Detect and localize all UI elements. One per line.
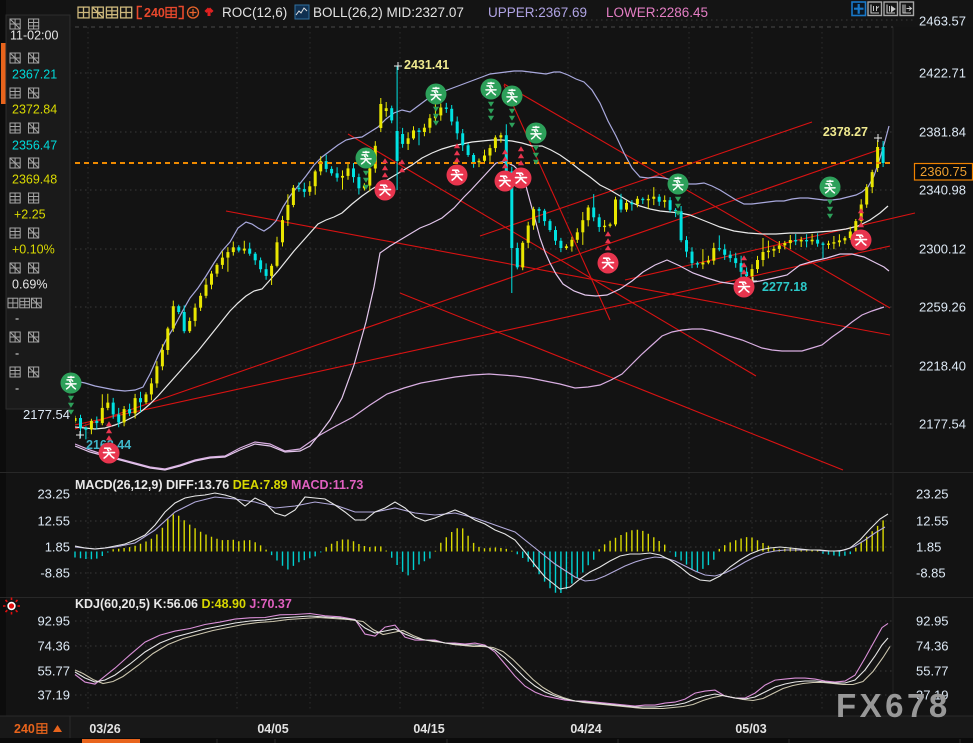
svg-text:92.95: 92.95 [37, 614, 70, 629]
svg-text:23.25: 23.25 [916, 487, 949, 502]
svg-text:37.19: 37.19 [37, 688, 70, 703]
svg-text:MACD(26,12,9) DIFF:13.76 DEA:: MACD(26,12,9) DIFF:13.76 DEA:7.89 MACD:1… [75, 478, 363, 492]
svg-text:2259.26: 2259.26 [919, 300, 966, 315]
svg-text:2218.40: 2218.40 [919, 359, 966, 374]
svg-text:2177.54: 2177.54 [919, 417, 966, 432]
svg-text:UPPER:2367.69: UPPER:2367.69 [488, 5, 587, 20]
svg-text:04/15: 04/15 [413, 722, 444, 736]
svg-text:12.55: 12.55 [37, 514, 70, 529]
svg-text:11-02:00: 11-02:00 [10, 29, 58, 43]
svg-text:240: 240 [144, 6, 165, 20]
svg-text:74.36: 74.36 [37, 639, 70, 654]
svg-text:2381.84: 2381.84 [919, 125, 966, 140]
svg-text:05/03: 05/03 [735, 722, 766, 736]
svg-text:-: - [15, 347, 19, 361]
svg-text:55.77: 55.77 [37, 664, 70, 679]
svg-text:2431.41: 2431.41 [404, 58, 449, 72]
svg-text:2340.98: 2340.98 [919, 183, 966, 198]
svg-text:2277.18: 2277.18 [762, 280, 807, 294]
svg-text:2369.48: 2369.48 [12, 173, 57, 187]
svg-text:2463.57: 2463.57 [919, 14, 966, 29]
svg-text:-8.85: -8.85 [916, 566, 946, 581]
svg-text:2360.75: 2360.75 [920, 164, 967, 179]
svg-text:2300.12: 2300.12 [919, 242, 966, 257]
svg-text:2378.27: 2378.27 [823, 125, 868, 139]
svg-text:KDJ(60,20,5) K:56.06 D:48.90: KDJ(60,20,5) K:56.06 D:48.90 J:70.37 [75, 597, 292, 611]
svg-text:+0.10%: +0.10% [12, 243, 55, 257]
svg-text:04/05: 04/05 [257, 722, 288, 736]
svg-text:0.69%: 0.69% [12, 278, 47, 292]
svg-text:-8.85: -8.85 [40, 566, 70, 581]
svg-text:23.25: 23.25 [37, 487, 70, 502]
svg-text:12.55: 12.55 [916, 514, 949, 529]
svg-text:1.85: 1.85 [45, 540, 70, 555]
svg-text:1.85: 1.85 [916, 540, 941, 555]
svg-text:-: - [15, 382, 19, 396]
svg-text:2422.71: 2422.71 [919, 66, 966, 81]
svg-text:55.77: 55.77 [916, 664, 949, 679]
svg-text:2367.21: 2367.21 [12, 68, 57, 82]
svg-text:74.36: 74.36 [916, 639, 949, 654]
svg-text:04/24: 04/24 [570, 722, 601, 736]
svg-text:03/26: 03/26 [89, 722, 120, 736]
svg-text:92.95: 92.95 [916, 614, 949, 629]
svg-text:2177.54: 2177.54 [23, 407, 70, 422]
svg-text:ROC(12,6): ROC(12,6) [222, 5, 287, 20]
svg-text:LOWER:2286.45: LOWER:2286.45 [606, 5, 708, 20]
svg-text:2356.47: 2356.47 [12, 139, 57, 153]
svg-text:240: 240 [14, 722, 35, 736]
svg-text:2372.84: 2372.84 [12, 103, 57, 117]
svg-text:+2.25: +2.25 [14, 208, 46, 222]
svg-text:-: - [15, 312, 19, 326]
svg-text:FX678: FX678 [836, 687, 951, 724]
svg-text:BOLL(26,2) MID:2327.07: BOLL(26,2) MID:2327.07 [313, 5, 464, 20]
